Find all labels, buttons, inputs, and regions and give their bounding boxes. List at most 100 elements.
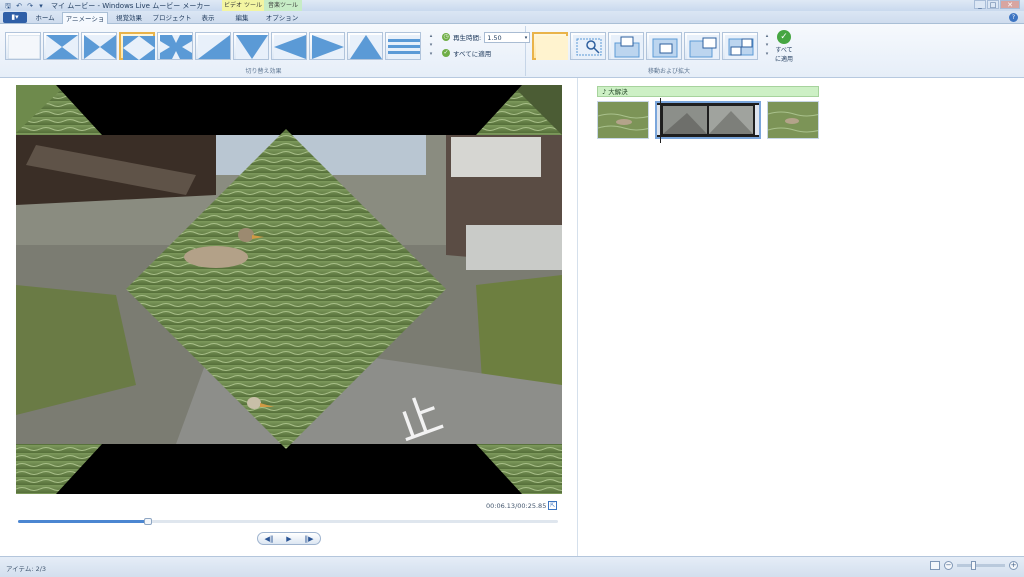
panzoom-right-thumb[interactable] [684, 32, 720, 60]
seek-bar[interactable] [18, 518, 558, 525]
tab-edit[interactable]: 編集 [225, 12, 259, 24]
transition-chevron-down-thumb[interactable] [233, 32, 269, 60]
tab-visual-effects[interactable]: 視覚効果 [110, 12, 148, 24]
storyboard-clip[interactable] [597, 101, 649, 139]
save-icon[interactable]: 🖫 [4, 2, 12, 10]
transitions-group: ▴ ▾ ▾ ◷ 再生時間: 1.50 ▾ ✓ すべてに適用 切り替え効果 [2, 26, 531, 76]
arrow-right-icon [312, 35, 344, 59]
next-frame-button[interactable]: ‖▶ [305, 535, 314, 543]
transition-bowtie-horizontal-thumb[interactable] [81, 32, 117, 60]
storyboard-clip[interactable] [767, 101, 819, 139]
pan-zoom-group: ▴ ▾ ▾ 移動および拡大 [528, 26, 810, 76]
transition-arrow-left-thumb[interactable] [271, 32, 307, 60]
transition-diamond-thumb[interactable] [119, 32, 155, 60]
storyboard-pane: ♪ 大解決 [579, 78, 1024, 556]
cross-icon [160, 35, 192, 59]
pan-center-icon [649, 35, 681, 59]
zoom-out-button[interactable]: − [944, 561, 953, 570]
duration-label: 再生時間: [453, 34, 482, 42]
minimize-button[interactable]: _ [974, 0, 986, 9]
apply-all-line2: に適用 [774, 56, 793, 63]
transport-controls: ◀‖ ▶ ‖▶ [257, 532, 321, 545]
duration-combobox[interactable]: 1.50 ▾ [484, 31, 531, 43]
zoom-in-button[interactable]: + [1009, 561, 1018, 570]
transition-lines-thumb[interactable] [385, 32, 421, 60]
checkmark-icon: ✓ [777, 30, 791, 44]
panzoom-center-thumb[interactable] [646, 32, 682, 60]
video-preview[interactable]: 止 [16, 85, 562, 494]
duration-row: ◷ 再生時間: 1.50 ▾ [442, 31, 531, 43]
diagonal-icon [198, 35, 230, 59]
transition-gallery-scroll[interactable]: ▴ ▾ ▾ [428, 32, 434, 60]
panzoom-top-thumb[interactable] [608, 32, 644, 60]
apply-all-line1: すべて [775, 47, 793, 54]
storyboard-playhead[interactable] [660, 98, 661, 143]
blank-icon [8, 35, 40, 59]
title-bar: 🖫 ↶ ↷ ▾ マイ ムービー - Windows Live ムービー メーカー [0, 0, 1024, 11]
transition-none-thumb[interactable] [5, 32, 41, 60]
transition-cross-thumb[interactable] [157, 32, 193, 60]
customize-qat-icon[interactable]: ▾ [37, 2, 45, 10]
transition-diagonal-thumb[interactable] [195, 32, 231, 60]
maximize-button[interactable]: □ [987, 0, 999, 9]
apply-all-icon: ✓ [442, 49, 450, 57]
panzoom-zoom-thumb[interactable] [722, 32, 758, 60]
ribbon-tab-row: ▮▾ ホーム アニメーション 視覚効果 プロジェクト 表示 編集 オプション ? [0, 11, 1024, 35]
quick-access-toolbar: 🖫 ↶ ↷ ▾ [0, 0, 45, 11]
play-button[interactable]: ▶ [286, 535, 291, 543]
zoom-controls: − + [930, 561, 1018, 570]
apply-all-panzoom-button[interactable]: ✓ すべて に適用 [772, 28, 796, 68]
context-tab-music-tools: 音楽ツール [264, 0, 302, 11]
apply-all-label: すべてに適用 [453, 50, 492, 58]
zoom-slider[interactable] [957, 561, 1005, 570]
pan-up-icon [611, 35, 643, 59]
music-track-bar[interactable]: ♪ 大解決 [597, 86, 819, 97]
help-icon[interactable]: ? [1009, 13, 1018, 22]
time-readout: 00:06.13/00:25.85 [486, 502, 547, 510]
context-tab-video-tools: ビデオ ツール [222, 0, 264, 11]
bowtie-vertical-icon [46, 35, 78, 59]
file-menu-button[interactable]: ▮▾ [3, 12, 27, 23]
arrow-left-icon [274, 35, 306, 59]
pan-right-icon [687, 35, 719, 59]
blank-icon [536, 36, 568, 60]
dropdown-arrow-icon: ▾ [524, 34, 528, 41]
transition-triangle-up-thumb[interactable] [347, 32, 383, 60]
duration-icon: ◷ [442, 33, 450, 41]
seek-bar-thumb[interactable] [143, 518, 152, 525]
panzoom-auto-thumb[interactable] [570, 32, 606, 60]
close-button[interactable]: ✕ [1000, 0, 1020, 9]
tab-home[interactable]: ホーム [30, 12, 60, 24]
panzoom-none-thumb[interactable] [532, 32, 568, 60]
zoom-out-icon [725, 35, 757, 59]
preview-frame-image: 止 [16, 85, 562, 494]
lines-icon [388, 35, 420, 59]
clip-thumbnail [657, 103, 759, 137]
transition-bowtie-vertical-thumb[interactable] [43, 32, 79, 60]
window-title: マイ ムービー - Windows Live ムービー メーカー [51, 1, 211, 10]
tab-options[interactable]: オプション [264, 12, 300, 24]
transition-arrow-right-thumb[interactable] [309, 32, 345, 60]
clip-thumbnail [598, 102, 648, 138]
pan-zoom-group-label: 移動および拡大 [647, 68, 690, 75]
tab-view[interactable]: 表示 [196, 12, 220, 24]
status-bar: アイテム: 2/3 − + [0, 556, 1024, 577]
apply-all-transitions-button[interactable]: ✓ すべてに適用 [442, 47, 491, 59]
undo-icon[interactable]: ↶ [15, 2, 23, 10]
thumbnail-size-icon[interactable] [930, 561, 940, 570]
redo-icon[interactable]: ↷ [26, 2, 34, 10]
bowtie-horizontal-icon [84, 35, 116, 59]
diamond-icon [123, 36, 155, 60]
triangle-up-icon [350, 35, 382, 59]
previous-frame-button[interactable]: ◀‖ [264, 535, 273, 543]
item-count: アイテム: 2/3 [6, 565, 47, 573]
fullscreen-icon[interactable]: ⇱ [548, 501, 557, 510]
ribbon: ▴ ▾ ▾ ◷ 再生時間: 1.50 ▾ ✓ すべてに適用 切り替え効果 ▴ ▾… [0, 24, 1024, 78]
panzoom-gallery-scroll[interactable]: ▴ ▾ ▾ [764, 32, 770, 60]
zoom-slider-thumb[interactable] [970, 561, 976, 570]
seek-bar-fill [18, 520, 148, 523]
tab-project[interactable]: プロジェクト [150, 12, 194, 24]
window-controls: _ □ ✕ [974, 0, 1020, 9]
magnifier-icon [573, 35, 605, 59]
storyboard-clip-selected[interactable] [655, 101, 761, 139]
